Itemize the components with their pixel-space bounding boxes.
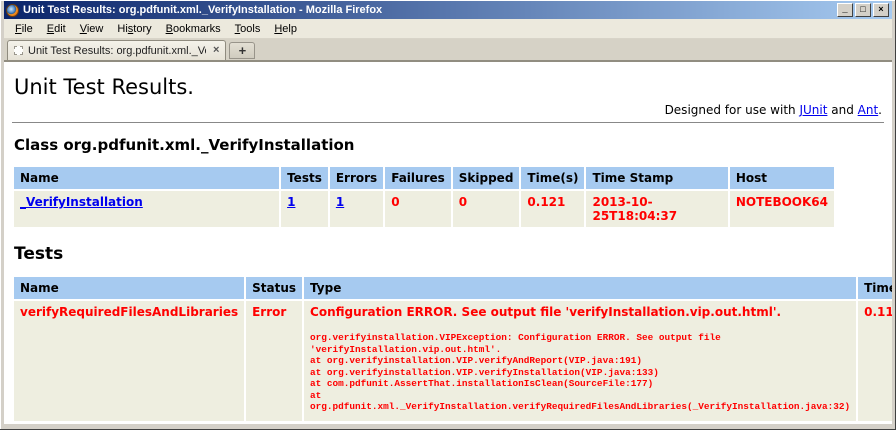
col-timestamp: Time Stamp bbox=[586, 167, 727, 189]
cell-host: NOTEBOOK64 bbox=[730, 191, 834, 227]
page-title: Unit Test Results. bbox=[14, 75, 884, 99]
designed-for-line: Designed for use with JUnit and Ant. bbox=[12, 103, 882, 117]
tab-unit-test-results[interactable]: Unit Test Results: org.pdfunit.xml._Veri… bbox=[7, 40, 226, 60]
window-controls: _ □ × bbox=[837, 3, 890, 17]
cell-errors: 1 bbox=[330, 191, 383, 227]
minimize-button[interactable]: _ bbox=[837, 3, 853, 17]
cell-failures: 0 bbox=[385, 191, 451, 227]
col-failures: Failures bbox=[385, 167, 451, 189]
col-test-time: Time(s) bbox=[858, 277, 892, 299]
designed-middle: and bbox=[827, 103, 857, 117]
col-time: Time(s) bbox=[521, 167, 584, 189]
tab-close-icon[interactable]: × bbox=[211, 46, 219, 55]
tests-table: Name Status Type Time(s) verifyRequiredF… bbox=[12, 275, 892, 423]
cell-time: 0.121 bbox=[521, 191, 584, 227]
cell-class-name: _VerifyInstallation bbox=[14, 191, 279, 227]
table-row: verifyRequiredFilesAndLibraries Error Co… bbox=[14, 301, 892, 421]
cell-type: Configuration ERROR. See output file 've… bbox=[304, 301, 856, 421]
col-test-name: Name bbox=[14, 277, 244, 299]
page-content: Unit Test Results. Designed for use with… bbox=[4, 62, 892, 424]
menu-help[interactable]: Help bbox=[267, 21, 304, 37]
tests-heading: Tests bbox=[14, 244, 884, 264]
error-headline: Configuration ERROR. See output file 've… bbox=[310, 305, 850, 319]
menu-bookmarks[interactable]: Bookmarks bbox=[159, 21, 228, 37]
menu-view[interactable]: View bbox=[73, 21, 111, 37]
class-table-header-row: Name Tests Errors Failures Skipped Time(… bbox=[14, 167, 834, 189]
stack-trace: org.verifyinstallation.VIPException: Con… bbox=[310, 332, 850, 413]
menu-history[interactable]: History bbox=[110, 21, 158, 37]
cell-status: Error bbox=[246, 301, 302, 421]
designed-suffix: . bbox=[878, 103, 882, 117]
close-button[interactable]: × bbox=[873, 3, 889, 17]
menu-file[interactable]: File bbox=[8, 21, 40, 37]
new-tab-button[interactable]: + bbox=[229, 42, 255, 59]
firefox-icon bbox=[6, 4, 19, 17]
menu-tools[interactable]: Tools bbox=[228, 21, 268, 37]
maximize-button[interactable]: □ bbox=[855, 3, 871, 17]
tests-count-link[interactable]: 1 bbox=[287, 195, 295, 209]
class-heading: Class org.pdfunit.xml._VerifyInstallatio… bbox=[14, 136, 884, 154]
col-name: Name bbox=[14, 167, 279, 189]
cell-test-time: 0.119 bbox=[858, 301, 892, 421]
browser-window: Unit Test Results: org.pdfunit.xml._Veri… bbox=[0, 0, 896, 430]
col-skipped: Skipped bbox=[453, 167, 520, 189]
table-row: _VerifyInstallation 1 1 0 0 0.121 2013-1… bbox=[14, 191, 834, 227]
title-bar: Unit Test Results: org.pdfunit.xml._Veri… bbox=[4, 1, 892, 19]
cell-skipped: 0 bbox=[453, 191, 520, 227]
col-host: Host bbox=[730, 167, 834, 189]
tab-title: Unit Test Results: org.pdfunit.xml._Veri… bbox=[28, 45, 206, 57]
divider bbox=[12, 122, 884, 123]
tests-table-header-row: Name Status Type Time(s) bbox=[14, 277, 892, 299]
tab-strip: Unit Test Results: org.pdfunit.xml._Veri… bbox=[4, 39, 892, 62]
cell-timestamp: 2013-10-25T18:04:37 bbox=[586, 191, 727, 227]
window-title: Unit Test Results: org.pdfunit.xml._Veri… bbox=[23, 4, 833, 16]
page-icon bbox=[14, 46, 23, 55]
class-link[interactable]: _VerifyInstallation bbox=[20, 195, 143, 209]
col-tests: Tests bbox=[281, 167, 328, 189]
errors-count-link[interactable]: 1 bbox=[336, 195, 344, 209]
col-errors: Errors bbox=[330, 167, 383, 189]
class-summary-table: Name Tests Errors Failures Skipped Time(… bbox=[12, 165, 836, 229]
menu-edit[interactable]: Edit bbox=[40, 21, 73, 37]
designed-prefix: Designed for use with bbox=[665, 103, 800, 117]
col-status: Status bbox=[246, 277, 302, 299]
cell-tests: 1 bbox=[281, 191, 328, 227]
col-type: Type bbox=[304, 277, 856, 299]
junit-link[interactable]: JUnit bbox=[799, 103, 827, 117]
ant-link[interactable]: Ant bbox=[858, 103, 879, 117]
cell-test-name: verifyRequiredFilesAndLibraries bbox=[14, 301, 244, 421]
menu-bar: FileEditViewHistoryBookmarksToolsHelp bbox=[4, 19, 892, 39]
